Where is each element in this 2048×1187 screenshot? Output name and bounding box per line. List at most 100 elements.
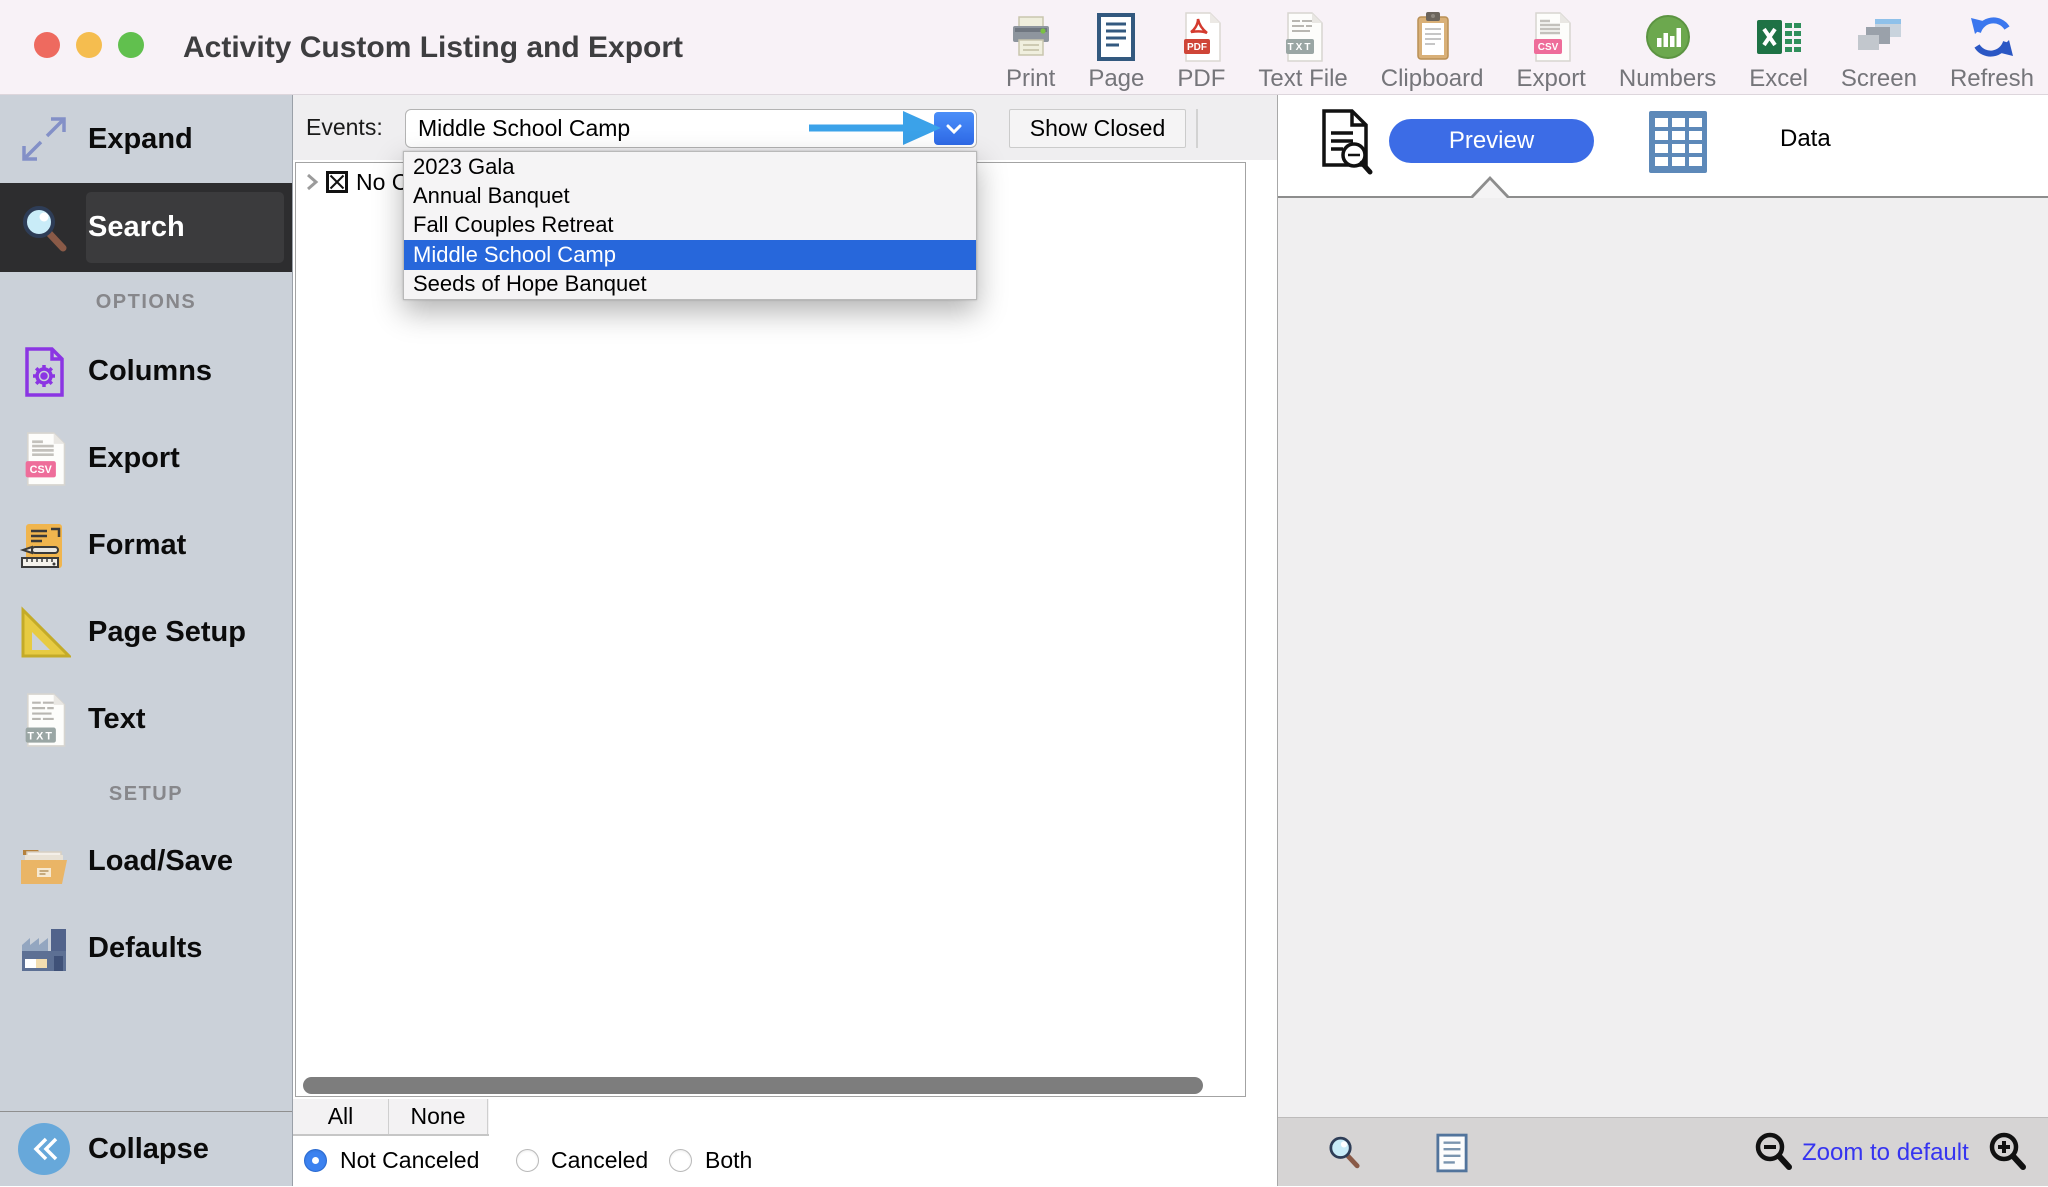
radio-canceled-label: Canceled <box>551 1147 648 1174</box>
screen-windows-icon <box>1855 10 1903 64</box>
tree-row[interactable]: No C <box>304 167 408 197</box>
sidebar-item-columns[interactable]: Columns <box>0 328 292 415</box>
toolbar-export-label: Export <box>1516 65 1585 93</box>
sidebar-item-search[interactable]: Search <box>0 183 292 272</box>
toolbar-pdf-button[interactable]: PDF PDF <box>1177 10 1225 93</box>
magnifier-tool-icon[interactable] <box>1326 1134 1362 1170</box>
events-combobox-value: Middle School Camp <box>418 110 630 147</box>
chevron-down-icon <box>945 123 963 135</box>
sidebar-item-text[interactable]: TXT Text <box>0 676 292 763</box>
toolbar-excel-button[interactable]: Excel <box>1749 10 1808 93</box>
toolbar-excel-label: Excel <box>1749 65 1808 93</box>
preview-caret <box>1473 180 1507 198</box>
horizontal-scrollbar-thumb[interactable] <box>303 1077 1203 1094</box>
main-panel: Events: Middle School Camp Show Closed N… <box>293 95 1277 1186</box>
toolbar-clipboard-button[interactable]: Clipboard <box>1381 10 1484 93</box>
svg-text:PDF: PDF <box>1187 42 1207 53</box>
search-magnifier-icon <box>0 202 88 254</box>
toolbar-textfile-button[interactable]: TXT Text File <box>1258 10 1347 93</box>
page-view-icon[interactable] <box>1436 1133 1468 1173</box>
radio-not-canceled[interactable] <box>304 1149 327 1172</box>
zoom-in-icon[interactable] <box>1988 1132 2028 1172</box>
csv-file-icon: CSV <box>0 432 88 486</box>
svg-text:TXT: TXT <box>27 730 54 742</box>
set-square-icon <box>0 606 88 660</box>
sidebar-collapse-label: Collapse <box>88 1133 209 1166</box>
category-tree: No C <box>295 162 1246 1097</box>
toolbar-print-button[interactable]: Print <box>1006 10 1055 93</box>
preview-panel: Preview Data Zoom to default <box>1277 95 2048 1186</box>
sidebar-text-label: Text <box>88 703 145 736</box>
sidebar-item-load-save[interactable]: Load/Save <box>0 818 292 905</box>
event-option[interactable]: 2023 Gala <box>404 152 976 181</box>
preview-tab-button[interactable]: Preview <box>1389 119 1594 163</box>
show-closed-button[interactable]: Show Closed <box>1009 109 1186 148</box>
title-bar: Activity Custom Listing and Export Print… <box>0 0 2048 95</box>
sidebar-item-format[interactable]: Format <box>0 502 292 589</box>
sidebar-item-collapse[interactable]: Collapse <box>0 1112 292 1186</box>
toolbar-page-label: Page <box>1088 65 1144 93</box>
refresh-icon <box>1967 10 2017 64</box>
preview-bottom-bar: Zoom to default <box>1278 1117 2048 1186</box>
sidebar-page-setup-label: Page Setup <box>88 616 246 649</box>
close-window-button[interactable] <box>34 32 60 58</box>
sidebar-format-label: Format <box>88 529 186 562</box>
toolbar-print-label: Print <box>1006 65 1055 93</box>
svg-text:CSV: CSV <box>1538 42 1559 53</box>
event-option-selected[interactable]: Middle School Camp <box>404 240 976 269</box>
toolbar-refresh-button[interactable]: Refresh <box>1950 10 2034 93</box>
sidebar-item-defaults[interactable]: Defaults <box>0 905 292 992</box>
radio-both[interactable] <box>669 1149 692 1172</box>
clipboard-icon <box>1410 10 1454 64</box>
maximize-window-button[interactable] <box>118 32 144 58</box>
data-table-icon[interactable] <box>1649 111 1707 173</box>
sidebar-item-expand[interactable]: Expand <box>0 95 292 183</box>
columns-gear-document-icon <box>0 346 88 398</box>
toolbar-screen-button[interactable]: Screen <box>1841 10 1917 93</box>
printer-icon <box>1007 10 1055 64</box>
events-label: Events: <box>306 95 383 160</box>
toolbar-textfile-label: Text File <box>1258 65 1347 93</box>
sidebar-columns-label: Columns <box>88 355 212 388</box>
sidebar-setup-header: SETUP <box>0 783 292 806</box>
select-none-button[interactable]: None <box>389 1099 488 1134</box>
sidebar-options-header: OPTIONS <box>0 291 292 314</box>
sidebar-expand-label: Expand <box>88 123 193 156</box>
checked-x-checkbox[interactable] <box>326 171 348 193</box>
collapse-chevrons-icon <box>0 1122 88 1176</box>
txt-file-icon: TXT <box>0 693 88 747</box>
zoom-to-default-link[interactable]: Zoom to default <box>1802 1118 1969 1187</box>
document-magnifier-icon <box>1318 107 1374 179</box>
toolbar-numbers-label: Numbers <box>1619 65 1716 93</box>
events-dropdown-list: 2023 Gala Annual Banquet Fall Couples Re… <box>403 151 977 300</box>
preview-area <box>1278 196 2048 1117</box>
sidebar-defaults-label: Defaults <box>88 932 202 965</box>
excel-icon <box>1755 10 1803 64</box>
disclosure-chevron-icon[interactable] <box>304 171 320 193</box>
open-folder-icon <box>0 836 88 888</box>
event-option[interactable]: Seeds of Hope Banquet <box>404 270 976 299</box>
sidebar: Expand Search OPTIONS Columns CSV Export… <box>0 95 293 1186</box>
sidebar-load-save-label: Load/Save <box>88 845 233 878</box>
svg-text:TXT: TXT <box>1288 42 1313 53</box>
select-all-none-group: All None <box>293 1099 489 1136</box>
sidebar-item-export[interactable]: CSV Export <box>0 415 292 502</box>
toolbar-clipboard-label: Clipboard <box>1381 65 1484 93</box>
svg-text:CSV: CSV <box>30 464 53 476</box>
minimize-window-button[interactable] <box>76 32 102 58</box>
select-all-button[interactable]: All <box>293 1099 389 1134</box>
event-option[interactable]: Fall Couples Retreat <box>404 211 976 240</box>
zoom-out-icon[interactable] <box>1754 1132 1794 1172</box>
toolbar-pdf-label: PDF <box>1177 65 1225 93</box>
show-closed-separator <box>1196 109 1198 148</box>
csv-file-icon: CSV <box>1530 10 1572 64</box>
radio-both-label: Both <box>705 1147 752 1174</box>
top-toolbar: Print Page PDF PDF TXT Text File Clipboa… <box>1006 5 2034 93</box>
sidebar-item-page-setup[interactable]: Page Setup <box>0 589 292 676</box>
toolbar-numbers-button[interactable]: Numbers <box>1619 10 1716 93</box>
event-option[interactable]: Annual Banquet <box>404 181 976 210</box>
toolbar-page-button[interactable]: Page <box>1088 10 1144 93</box>
toolbar-export-button[interactable]: CSV Export <box>1516 10 1585 93</box>
data-tab-label[interactable]: Data <box>1780 125 1831 153</box>
radio-canceled[interactable] <box>516 1149 539 1172</box>
